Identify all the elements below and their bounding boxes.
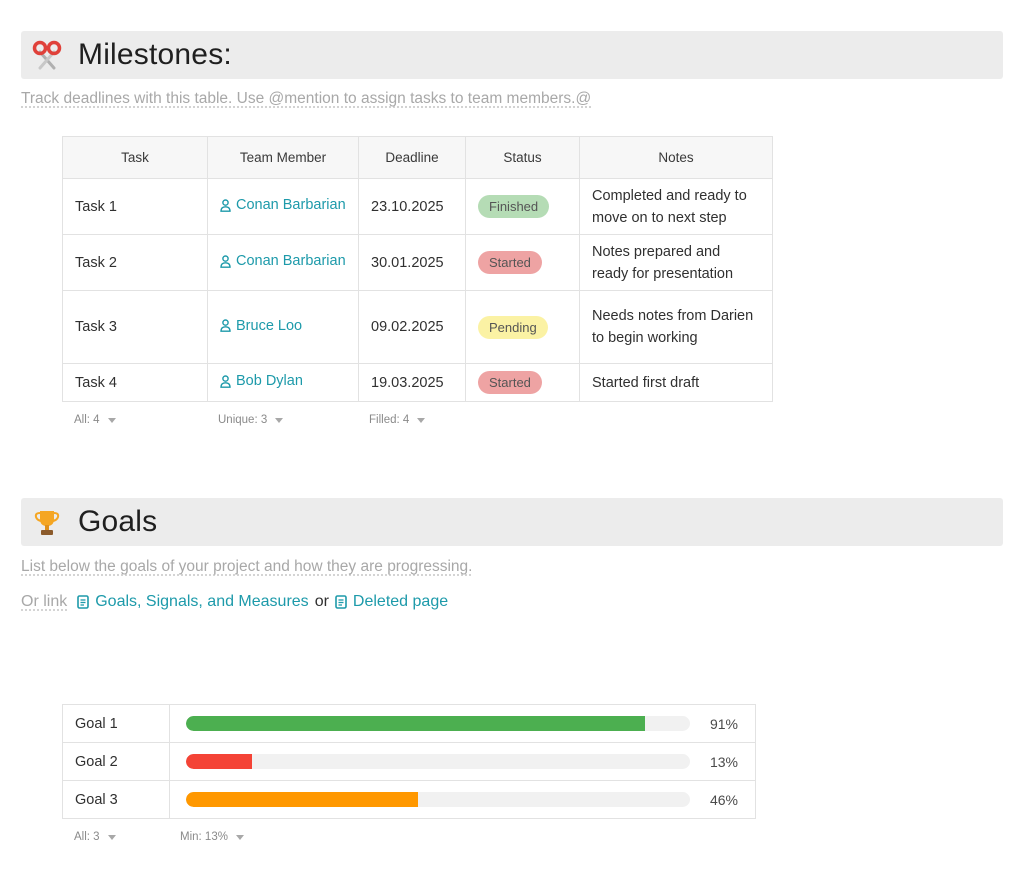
table-row[interactable]: Task 1 Conan Barbarian 23.10.2025 Finished C… [62, 178, 773, 235]
milestones-hint[interactable]: Track deadlines with this table. Use @me… [21, 90, 591, 108]
page-link-goals-signals[interactable]: Goals, Signals, and Measures [77, 593, 309, 611]
column-header-notes[interactable]: Notes [579, 136, 773, 179]
goal-progress-cell[interactable]: 13% [169, 742, 756, 781]
progress-track [186, 716, 690, 731]
column-header-deadline[interactable]: Deadline [358, 136, 466, 179]
table-row[interactable]: Task 2 Conan Barbarian 30.01.2025 Started No… [62, 234, 773, 291]
person-icon [220, 319, 231, 333]
scissors-icon [32, 40, 62, 70]
progress-fill [186, 716, 645, 731]
status-badge[interactable]: Started [478, 371, 542, 394]
member-mention[interactable]: Conan Barbarian [220, 197, 346, 213]
goal-row[interactable]: Goal 2 13% [62, 742, 756, 781]
task-cell[interactable]: Task 1 [62, 178, 208, 235]
goal-progress-cell[interactable]: 91% [169, 704, 756, 743]
summary-all[interactable]: All: 4 [74, 414, 116, 426]
table-row[interactable]: Task 3 Bruce Loo 09.02.2025 Pending Needs no… [62, 290, 773, 364]
task-cell[interactable]: Task 4 [62, 363, 208, 402]
caret-down-icon [107, 417, 116, 423]
milestones-heading: Milestones: [21, 31, 1003, 79]
summary-filled-label: Filled: 4 [369, 414, 410, 426]
trophy-icon [32, 507, 62, 537]
milestones-table: Task Team Member Deadline Status Notes T… [62, 136, 773, 402]
progress-percent: 46% [709, 791, 738, 808]
team-member-cell[interactable]: Conan Barbarian [207, 178, 359, 235]
goal-row[interactable]: Goal 3 46% [62, 780, 756, 819]
progress-track [186, 792, 690, 807]
progress-percent: 13% [709, 753, 738, 770]
caret-down-icon [107, 834, 116, 840]
summary-min-label: Min: 13% [180, 831, 228, 843]
or-link-label[interactable]: Or link [21, 593, 67, 611]
goal-row[interactable]: Goal 1 91% [62, 704, 756, 743]
summary-unique[interactable]: Unique: 3 [218, 414, 284, 426]
team-member-cell[interactable]: Bruce Loo [207, 290, 359, 364]
page-link-deleted-page-label: Deleted page [352, 593, 449, 610]
table-header-row: Task Team Member Deadline Status Notes [62, 136, 773, 179]
task-cell[interactable]: Task 3 [62, 290, 208, 364]
progress-fill [186, 792, 418, 807]
team-member-cell[interactable]: Bob Dylan [207, 363, 359, 402]
column-header-status[interactable]: Status [465, 136, 580, 179]
column-header-task[interactable]: Task [62, 136, 208, 179]
caret-down-icon [275, 417, 284, 423]
member-name: Bruce Loo [236, 317, 303, 334]
task-cell[interactable]: Task 2 [62, 234, 208, 291]
or-text: or [314, 593, 329, 610]
person-icon [220, 199, 231, 212]
progress-track [186, 754, 690, 769]
notes-cell[interactable]: Notes prepared and ready for presentatio… [579, 234, 773, 291]
deadline-cell[interactable]: 23.10.2025 [358, 178, 466, 235]
progress-percent: 91% [709, 715, 738, 732]
member-mention[interactable]: Bob Dylan [220, 373, 303, 389]
deadline-cell[interactable]: 09.02.2025 [358, 290, 466, 364]
column-header-team-member[interactable]: Team Member [207, 136, 359, 179]
progress-fill [186, 754, 252, 769]
member-mention[interactable]: Bruce Loo [220, 318, 302, 334]
goal-name-cell[interactable]: Goal 3 [62, 780, 170, 819]
status-cell[interactable]: Finished [465, 178, 580, 235]
goal-name-cell[interactable]: Goal 2 [62, 742, 170, 781]
status-badge[interactable]: Pending [478, 315, 548, 339]
page-icon [77, 595, 90, 609]
deadline-cell[interactable]: 19.03.2025 [358, 363, 466, 402]
notes-cell[interactable]: Started first draft [579, 363, 773, 402]
notes-cell[interactable]: Completed and ready to move on to next s… [579, 178, 773, 235]
status-cell[interactable]: Pending [465, 290, 580, 364]
person-icon [220, 375, 231, 388]
page-link-goals-signals-label: Goals, Signals, and Measures [95, 593, 309, 610]
summary-all-goals-label: All: 3 [74, 831, 100, 843]
goal-progress-cell[interactable]: 46% [169, 780, 756, 819]
status-badge[interactable]: Finished [478, 195, 550, 218]
status-cell[interactable]: Started [465, 234, 580, 291]
summary-min[interactable]: Min: 13% [180, 831, 244, 843]
status-badge[interactable]: Started [478, 251, 542, 274]
milestones-title: Milestones: [78, 38, 232, 71]
goals-hint[interactable]: List below the goals of your project and… [21, 558, 472, 576]
goals-table: Goal 1 91% Goal 2 13% Goal 3 46% [62, 704, 756, 819]
page-icon [335, 595, 347, 609]
caret-down-icon [417, 417, 426, 423]
person-icon [220, 255, 231, 268]
member-name: Conan Barbarian [236, 197, 346, 214]
goals-heading: Goals [21, 498, 1003, 546]
page-link-deleted-page[interactable]: Deleted page [335, 593, 448, 611]
summary-all-goals[interactable]: All: 3 [74, 831, 116, 843]
member-name: Conan Barbarian [236, 253, 346, 270]
goals-title: Goals [78, 505, 158, 538]
team-member-cell[interactable]: Conan Barbarian [207, 234, 359, 291]
summary-all-label: All: 4 [74, 414, 100, 426]
caret-down-icon [235, 834, 244, 840]
summary-unique-label: Unique: 3 [218, 414, 268, 426]
member-mention[interactable]: Conan Barbarian [220, 253, 346, 269]
member-name: Bob Dylan [236, 373, 303, 390]
status-cell[interactable]: Started [465, 363, 580, 402]
deadline-cell[interactable]: 30.01.2025 [358, 234, 466, 291]
goal-name-cell[interactable]: Goal 1 [62, 704, 170, 743]
notes-cell[interactable]: Needs notes from Darien to begin working [579, 290, 773, 364]
goals-link-row: Or link Goals, Signals, and Measures or … [21, 591, 448, 613]
summary-filled[interactable]: Filled: 4 [369, 414, 426, 426]
table-row[interactable]: Task 4 Bob Dylan 19.03.2025 Started Started … [62, 363, 773, 402]
